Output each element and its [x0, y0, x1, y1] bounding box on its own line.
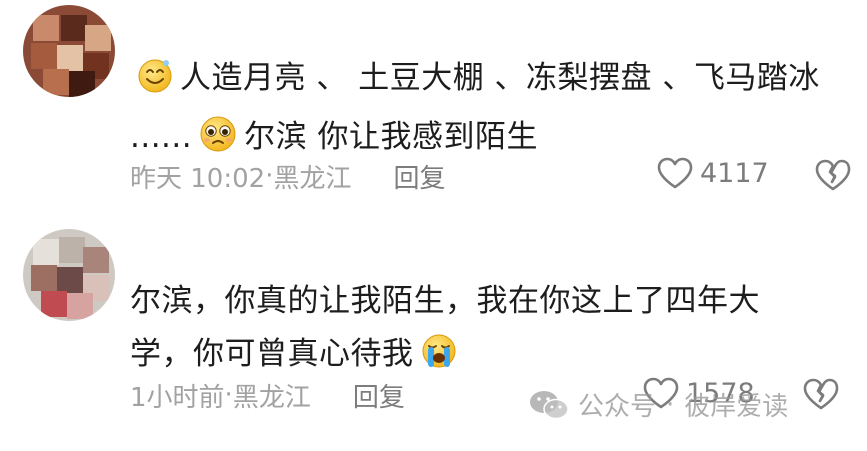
meta-separator: · [224, 380, 233, 410]
watermark-prefix: 公众号 [578, 392, 657, 422]
comment-text-part-2: 尔滨 你让我感到陌生 [244, 119, 538, 155]
loudly-crying-face-icon [420, 332, 458, 387]
watermark: 公众号 · 彼岸爱读 [528, 386, 788, 423]
like-count: 4117 [700, 157, 769, 189]
broken-heart-icon [815, 159, 851, 191]
like-button[interactable]: 4117 [656, 156, 769, 190]
broken-heart-icon [803, 378, 839, 410]
avatar[interactable] [23, 229, 115, 321]
smiling-face-icon [136, 56, 174, 111]
comment-location: 黑龙江 [232, 382, 311, 413]
dislike-button[interactable] [814, 158, 852, 196]
dislike-button[interactable] [802, 377, 840, 415]
comment-text: 尔滨，你真的让我陌生，我在你这上了四年大学，你可曾真心待我 [130, 275, 820, 387]
watermark-name: 彼岸爱读 [684, 392, 789, 422]
meta-separator: · [265, 161, 274, 191]
watermark-separator: · [666, 389, 675, 420]
comment-meta: 1小时前 · 黑龙江 回复 [130, 375, 405, 415]
comment-text: 人造月亮 、 土豆大棚 、冻梨摆盘 、飞马踏冰 ...... 尔滨 你让我感到陌… [130, 52, 845, 170]
comment-time: 昨天 10:02 [130, 163, 266, 194]
heart-outline-icon [657, 157, 693, 189]
wechat-icon [530, 390, 569, 419]
reply-button[interactable]: 回复 [353, 377, 405, 414]
avatar[interactable] [23, 5, 115, 97]
comment-meta: 昨天 10:02 · 黑龙江 回复 [130, 156, 446, 196]
comment-time: 1小时前 [130, 382, 225, 413]
comment-item: 人造月亮 、 土豆大棚 、冻梨摆盘 、飞马踏冰 ...... 尔滨 你让我感到陌… [0, 0, 867, 210]
reply-button[interactable]: 回复 [393, 158, 445, 195]
comment-location: 黑龙江 [273, 163, 352, 194]
